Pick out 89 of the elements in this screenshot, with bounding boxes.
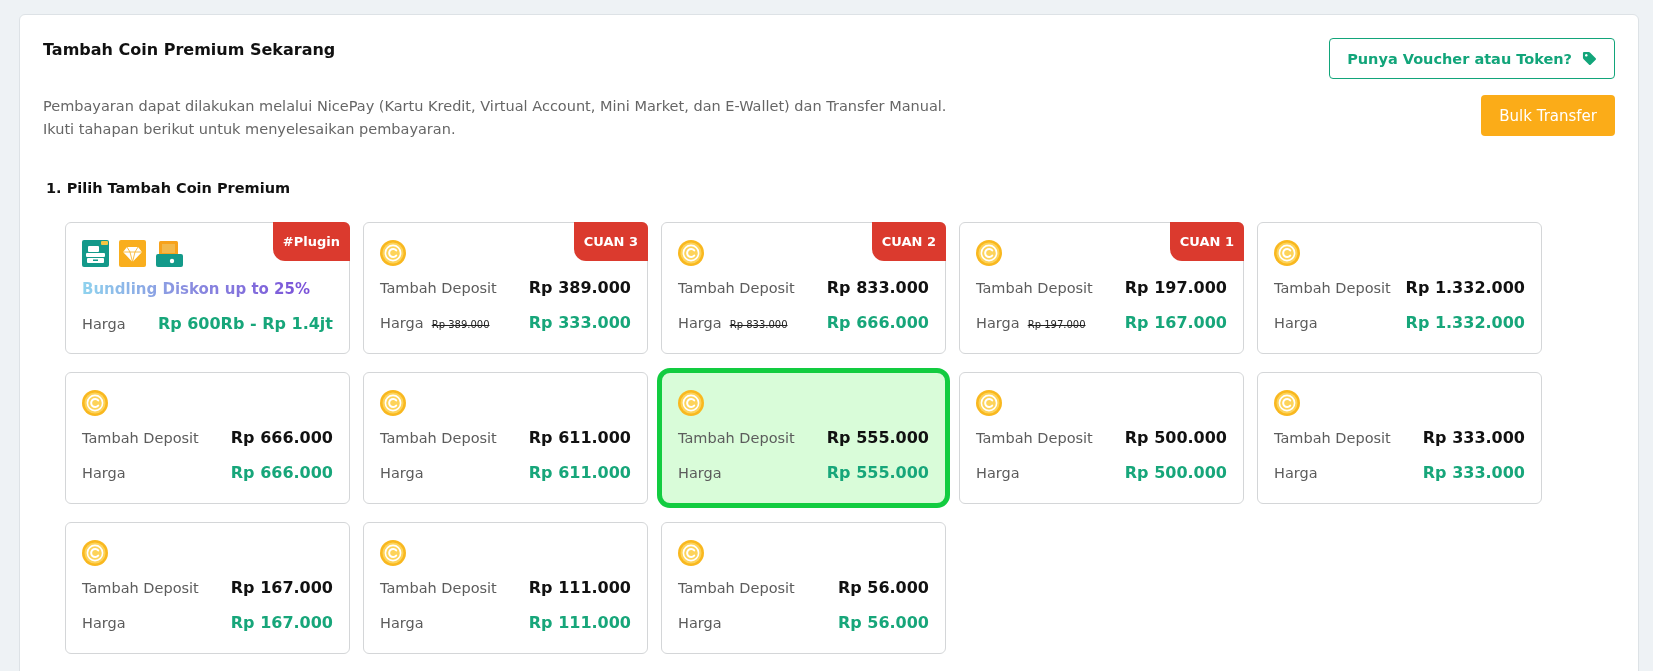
deposit-label: Tambah Deposit	[976, 279, 1093, 298]
package-card[interactable]: Tambah Deposit Rp 500.000 Harga Rp 500.000	[959, 372, 1244, 504]
deposit-label: Tambah Deposit	[976, 429, 1093, 448]
package-card[interactable]: Tambah Deposit Rp 611.000 Harga Rp 611.000	[363, 372, 648, 504]
deposit-label: Tambah Deposit	[1274, 279, 1391, 298]
promo-badge: #Plugin	[272, 222, 350, 261]
promo-badge: CUAN 3	[573, 222, 648, 261]
coin-icon	[1274, 240, 1300, 266]
package-card[interactable]: CUAN 1 Tambah Deposit Rp 197.000 Harga Rp 197.000 Rp 167.000	[959, 222, 1244, 354]
tag-icon	[1582, 51, 1597, 66]
deposit-amount: Rp 555.000	[826, 427, 929, 449]
package-card[interactable]: Tambah Deposit Rp 111.000 Harga Rp 111.000	[363, 522, 648, 654]
deposit-amount: Rp 833.000	[826, 277, 929, 299]
deposit-amount: Rp 500.000	[1124, 427, 1227, 449]
deposit-label: Tambah Deposit	[380, 429, 497, 448]
package-card[interactable]: Tambah Deposit Rp 56.000 Harga Rp 56.000	[661, 522, 946, 654]
coin-icon	[380, 240, 406, 266]
deposit-amount: Rp 197.000	[1124, 277, 1227, 299]
coin-icon	[976, 390, 1002, 416]
price-amount: Rp 111.000	[528, 612, 631, 634]
price-label: Harga	[678, 465, 722, 481]
original-price: Rp 833.000	[729, 319, 788, 330]
package-card[interactable]: CUAN 3 Tambah Deposit Rp 389.000 Harga Rp 389.000 Rp 333.000	[363, 222, 648, 354]
deposit-amount: Rp 611.000	[528, 427, 631, 449]
coin-icon	[678, 390, 704, 416]
price-amount: Rp 500.000	[1124, 462, 1227, 484]
coin-icon	[678, 540, 704, 566]
step-title: 1. Pilih Tambah Coin Premium	[46, 179, 292, 198]
coin-icon	[82, 390, 108, 416]
package-card[interactable]: Tambah Deposit Rp 333.000 Harga Rp 333.000	[1257, 372, 1542, 504]
package-card[interactable]: Tambah Deposit Rp 666.000 Harga Rp 666.000	[65, 372, 350, 504]
deposit-label: Tambah Deposit	[380, 279, 497, 298]
coin-icon	[1274, 390, 1300, 416]
deposit-label: Tambah Deposit	[678, 279, 795, 298]
package-card[interactable]: #Plugin Bundling Diskon up to 25% Harga Rp 600Rb - Rp 1.4jt	[65, 222, 350, 354]
price-amount: Rp 56.000	[837, 612, 929, 634]
page-title: Tambah Coin Premium Sekarang	[43, 39, 337, 61]
deposit-label: Tambah Deposit	[82, 579, 199, 598]
package-card[interactable]: Tambah Deposit Rp 555.000 Harga Rp 555.000	[657, 368, 950, 508]
deposit-amount: Rp 333.000	[1422, 427, 1525, 449]
price-amount: Rp 600Rb - Rp 1.4jt	[157, 313, 333, 335]
price-label: Harga	[1274, 315, 1318, 331]
promo-badge: CUAN 1	[1169, 222, 1244, 261]
deposit-label: Tambah Deposit	[82, 429, 199, 448]
coin-icon	[82, 540, 108, 566]
price-label: Harga	[380, 465, 424, 481]
deposit-amount: Rp 1.332.000	[1405, 277, 1525, 299]
deposit-label: Tambah Deposit	[678, 579, 795, 598]
original-price: Rp 389.000	[431, 319, 490, 330]
price-amount: Rp 333.000	[1422, 462, 1525, 484]
deposit-label: Tambah Deposit	[380, 579, 497, 598]
price-label: Harga	[976, 315, 1020, 331]
deposit-amount: Rp 56.000	[837, 577, 929, 599]
price-label: Harga	[380, 315, 424, 331]
description-text: Ikuti tahapan berikut untuk menyelesaikan pembayaran.	[43, 120, 457, 139]
price-label: Harga	[82, 315, 126, 334]
price-label: Harga	[976, 465, 1020, 481]
price-amount: Rp 555.000	[826, 462, 929, 484]
price-label: Harga	[380, 615, 424, 631]
package-card[interactable]: Tambah Deposit Rp 1.332.000 Harga Rp 1.332.000	[1257, 222, 1542, 354]
deposit-label: Tambah Deposit	[678, 429, 795, 448]
coin-icon	[678, 240, 704, 266]
price-label: Harga	[678, 615, 722, 631]
deposit-amount: Rp 111.000	[528, 577, 631, 599]
deposit-amount: Rp 389.000	[528, 277, 631, 299]
deposit-amount: Rp 666.000	[230, 427, 333, 449]
price-label: Harga	[82, 615, 126, 631]
price-amount: Rp 666.000	[826, 312, 929, 334]
coin-icon	[380, 390, 406, 416]
deposit-label: Tambah Deposit	[1274, 429, 1391, 448]
package-card[interactable]: Tambah Deposit Rp 167.000 Harga Rp 167.000	[65, 522, 350, 654]
price-amount: Rp 167.000	[230, 612, 333, 634]
package-card[interactable]: CUAN 2 Tambah Deposit Rp 833.000 Harga Rp 833.000 Rp 666.000	[661, 222, 946, 354]
laptop-icon	[156, 240, 183, 267]
price-amount: Rp 167.000	[1124, 312, 1227, 334]
price-amount: Rp 666.000	[230, 462, 333, 484]
coin-icon	[380, 540, 406, 566]
original-price: Rp 197.000	[1027, 319, 1086, 330]
promo-badge: CUAN 2	[871, 222, 946, 261]
price-amount: Rp 333.000	[528, 312, 631, 334]
price-label: Harga	[678, 315, 722, 331]
coin-icon	[976, 240, 1002, 266]
description-text: Pembayaran dapat dilakukan melalui NicePay (Kartu Kredit, Virtual Account, Mini Market, dan E-Wallet) dan Transfer Manual.	[43, 97, 947, 116]
cash-register-icon	[82, 240, 109, 267]
price-label: Harga	[1274, 465, 1318, 481]
price-amount: Rp 1.332.000	[1405, 312, 1525, 334]
deposit-amount: Rp 167.000	[230, 577, 333, 599]
price-label: Harga	[82, 465, 126, 481]
price-amount: Rp 611.000	[528, 462, 631, 484]
